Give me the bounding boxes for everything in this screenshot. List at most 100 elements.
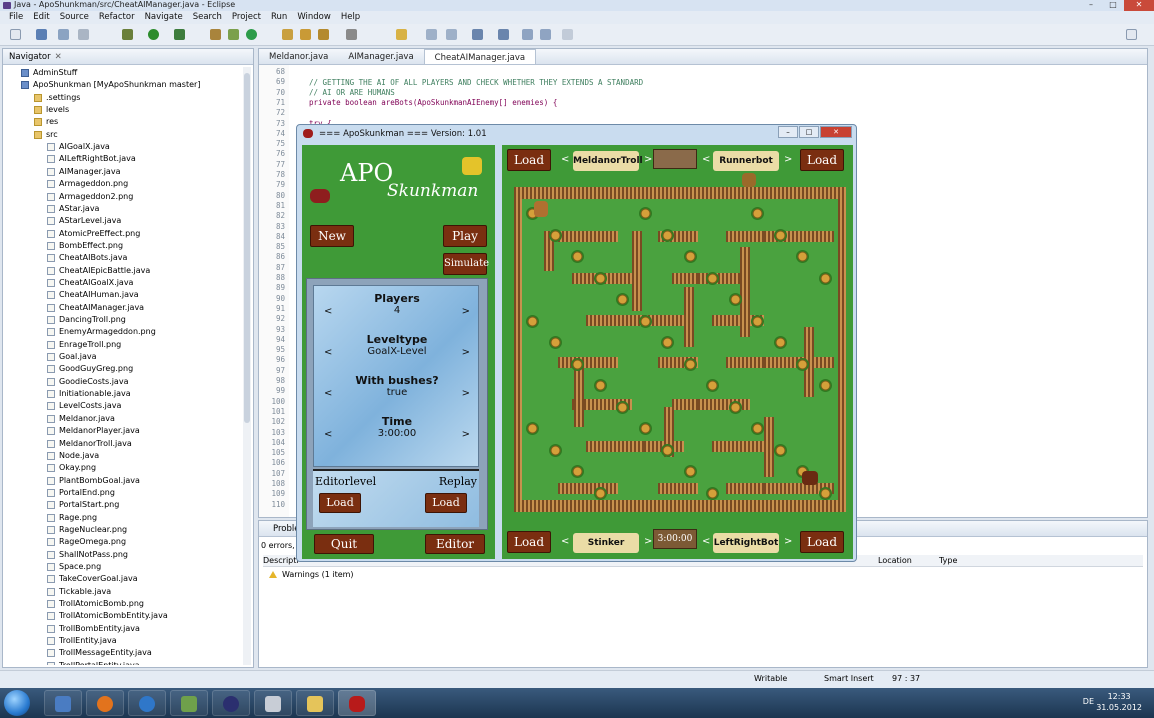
player1-prev-arrow[interactable]: < (561, 154, 569, 165)
maximize-button[interactable]: □ (1102, 0, 1124, 11)
navigator-item[interactable]: CheatAIEpicBattle.java (47, 265, 150, 277)
load-editorlevel-button[interactable]: Load (319, 493, 361, 513)
menu-file[interactable]: File (4, 11, 28, 24)
search-icon[interactable] (318, 29, 329, 40)
bushes-prev-arrow[interactable]: < (324, 388, 332, 399)
leveltype-prev-arrow[interactable]: < (324, 347, 332, 358)
players-prev-arrow[interactable]: < (324, 306, 332, 317)
navigator-item[interactable]: ShallNotPass.png (47, 549, 128, 561)
taskbar-aposkunkman[interactable] (338, 690, 376, 716)
leveltype-next-arrow[interactable]: > (462, 347, 470, 358)
forward-icon[interactable] (540, 29, 551, 40)
run-icon[interactable] (148, 29, 159, 40)
navigator-item[interactable]: AStar.java (47, 203, 99, 215)
menu-help[interactable]: Help (336, 11, 365, 24)
game-minimize-button[interactable]: – (778, 126, 798, 138)
navigator-item[interactable]: MeldanorPlayer.java (47, 425, 140, 437)
close-button[interactable]: ✕ (1124, 0, 1154, 11)
navigator-item[interactable]: Space.png (47, 561, 101, 573)
navigator-item[interactable]: AStarLevel.java (47, 215, 121, 227)
game-close-button[interactable]: ✕ (820, 126, 852, 138)
open-task-icon[interactable] (300, 29, 311, 40)
navigator-item[interactable]: Tickable.java (47, 586, 111, 598)
new-class-icon[interactable] (228, 29, 239, 40)
simulate-button[interactable]: Simulate (443, 253, 489, 275)
player4-next-arrow[interactable]: > (784, 536, 792, 547)
navigator-item[interactable]: CheatAIGoalX.java (47, 277, 133, 289)
load-player2-button[interactable]: Load (800, 149, 844, 171)
navigator-item[interactable]: ApoShunkman [MyApoShunkman master] (21, 79, 200, 91)
tab-cheataimanager[interactable]: CheatAIManager.java (423, 49, 537, 64)
taskbar-clock[interactable]: 12:33 31.05.2012 (1096, 691, 1142, 713)
menu-edit[interactable]: Edit (28, 11, 54, 24)
menu-run[interactable]: Run (266, 11, 292, 24)
menu-window[interactable]: Window (292, 11, 336, 24)
menu-source[interactable]: Source (55, 11, 94, 24)
navigator-item[interactable]: AIGoalX.java (47, 141, 110, 153)
player1-next-arrow[interactable]: > (644, 154, 652, 165)
navigator-item[interactable]: Armageddon2.png (47, 191, 133, 203)
next-annotation-icon[interactable] (472, 29, 483, 40)
open-perspective-icon[interactable] (1126, 29, 1137, 40)
navigator-item[interactable]: RageOmega.png (47, 536, 126, 548)
navigator-item[interactable]: MeldanorTroll.java (47, 438, 132, 450)
play-button[interactable]: Play (443, 225, 487, 247)
player3-prev-arrow[interactable]: < (561, 536, 569, 547)
navigator-item[interactable]: Goal.java (47, 351, 97, 363)
save-icon[interactable] (36, 29, 47, 40)
editor-button[interactable]: Editor (425, 534, 485, 554)
navigator-item[interactable]: res (34, 116, 58, 128)
menu-project[interactable]: Project (227, 11, 266, 24)
new-button[interactable]: New (310, 225, 354, 247)
navigator-item[interactable]: DancingTroll.png (47, 314, 126, 326)
last-edit-icon[interactable] (562, 29, 573, 40)
navigator-item[interactable]: CheatAIManager.java (47, 302, 144, 314)
navigator-item[interactable]: TrollEntity.java (47, 635, 117, 647)
navigator-item[interactable]: EnemyArmageddon.png (47, 326, 156, 338)
navigator-item[interactable]: Rage.png (47, 512, 97, 524)
navigator-item[interactable]: LevelCosts.java (47, 400, 121, 412)
navigator-item[interactable]: levels (34, 104, 69, 116)
menu-refactor[interactable]: Refactor (94, 11, 140, 24)
players-next-arrow[interactable]: > (462, 306, 470, 317)
time-prev-arrow[interactable]: < (324, 429, 332, 440)
navigator-item[interactable]: Node.java (47, 450, 99, 462)
navigator-item[interactable]: TakeCoverGoal.java (47, 573, 138, 585)
navigator-item[interactable]: TrollBombEntity.java (47, 623, 140, 635)
navigator-item[interactable]: Armageddon.png (47, 178, 128, 190)
taskbar-vm[interactable] (254, 690, 292, 716)
col-type[interactable]: Type (939, 556, 957, 565)
tab-meldanor[interactable]: Meldanor.java (259, 49, 338, 64)
warnings-row[interactable]: Warnings (1 item) (269, 570, 354, 579)
annotation-icon[interactable] (346, 29, 357, 40)
navigator-item[interactable]: EnrageTroll.png (47, 339, 121, 351)
player2-prev-arrow[interactable]: < (702, 154, 710, 165)
col-description[interactable]: Descripti (263, 556, 299, 565)
maze-field[interactable] (514, 173, 846, 512)
navigator-item[interactable]: RageNuclear.png (47, 524, 127, 536)
navigator-item[interactable]: CheatAIBots.java (47, 252, 127, 264)
navigator-close-icon[interactable]: ✕ (55, 52, 62, 62)
menu-navigate[interactable]: Navigate (140, 11, 188, 24)
back-icon[interactable] (522, 29, 533, 40)
navigator-item[interactable]: GoodieCosts.java (47, 376, 128, 388)
print-icon[interactable] (78, 29, 89, 40)
load-replay-button[interactable]: Load (425, 493, 467, 513)
taskbar-eclipse[interactable] (212, 690, 250, 716)
new-package-icon[interactable] (210, 29, 221, 40)
show-whitespace-icon[interactable] (446, 29, 457, 40)
navigator-item[interactable]: .settings (34, 92, 80, 104)
navigator-item[interactable]: TrollAtomicBomb.png (47, 598, 144, 610)
navigator-item[interactable]: PlantBombGoal.java (47, 475, 140, 487)
prev-annotation-icon[interactable] (498, 29, 509, 40)
minimize-button[interactable]: – (1080, 0, 1102, 11)
refresh-icon[interactable] (246, 29, 257, 40)
col-location[interactable]: Location (878, 556, 912, 565)
taskbar-explorer-shell[interactable] (44, 690, 82, 716)
navigator-item[interactable]: AIManager.java (47, 166, 120, 178)
navigator-item[interactable]: GoodGuyGreg.png (47, 363, 133, 375)
load-player3-button[interactable]: Load (507, 531, 551, 553)
navigator-item[interactable]: Okay.png (47, 462, 96, 474)
navigator-scrollbar[interactable] (243, 67, 251, 665)
open-type-icon[interactable] (282, 29, 293, 40)
